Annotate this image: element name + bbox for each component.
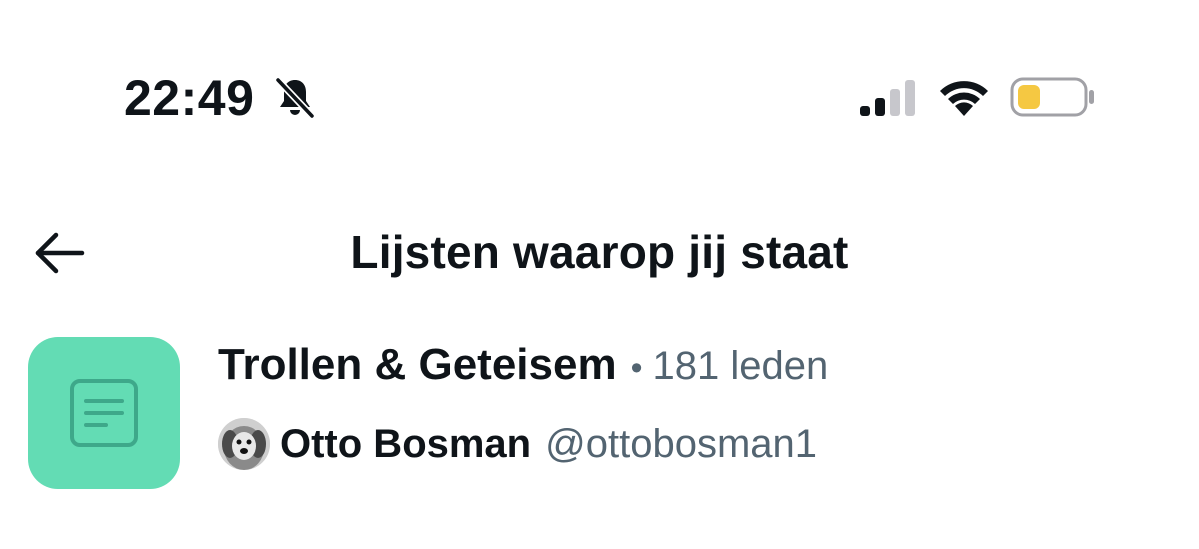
list-name: Trollen & Geteisem <box>218 340 617 389</box>
list-item[interactable]: Trollen & Geteisem • 181 leden Otto Bosm… <box>0 320 1199 520</box>
page-title: Lijsten waarop jij staat <box>350 226 849 278</box>
owner-avatar <box>218 418 270 470</box>
cellular-signal-icon <box>860 80 915 116</box>
list-document-icon <box>70 379 138 447</box>
wifi-icon <box>940 81 988 116</box>
owner-handle[interactable]: @ottobosman1 <box>545 422 817 467</box>
list-title-row: Trollen & Geteisem • 181 leden <box>218 340 828 396</box>
dog-avatar <box>218 418 270 470</box>
status-time: 22:49 <box>124 70 255 126</box>
separator-dot: • <box>630 349 643 387</box>
status-bar: 22:49 <box>0 0 1199 190</box>
bell-slash-icon <box>274 76 316 120</box>
member-count: 181 leden <box>652 344 829 388</box>
owner-name[interactable]: Otto Bosman <box>280 422 531 467</box>
list-owner: Otto Bosman @ottobosman1 <box>218 416 817 472</box>
list-avatar <box>28 337 180 489</box>
battery-icon <box>1010 77 1094 117</box>
